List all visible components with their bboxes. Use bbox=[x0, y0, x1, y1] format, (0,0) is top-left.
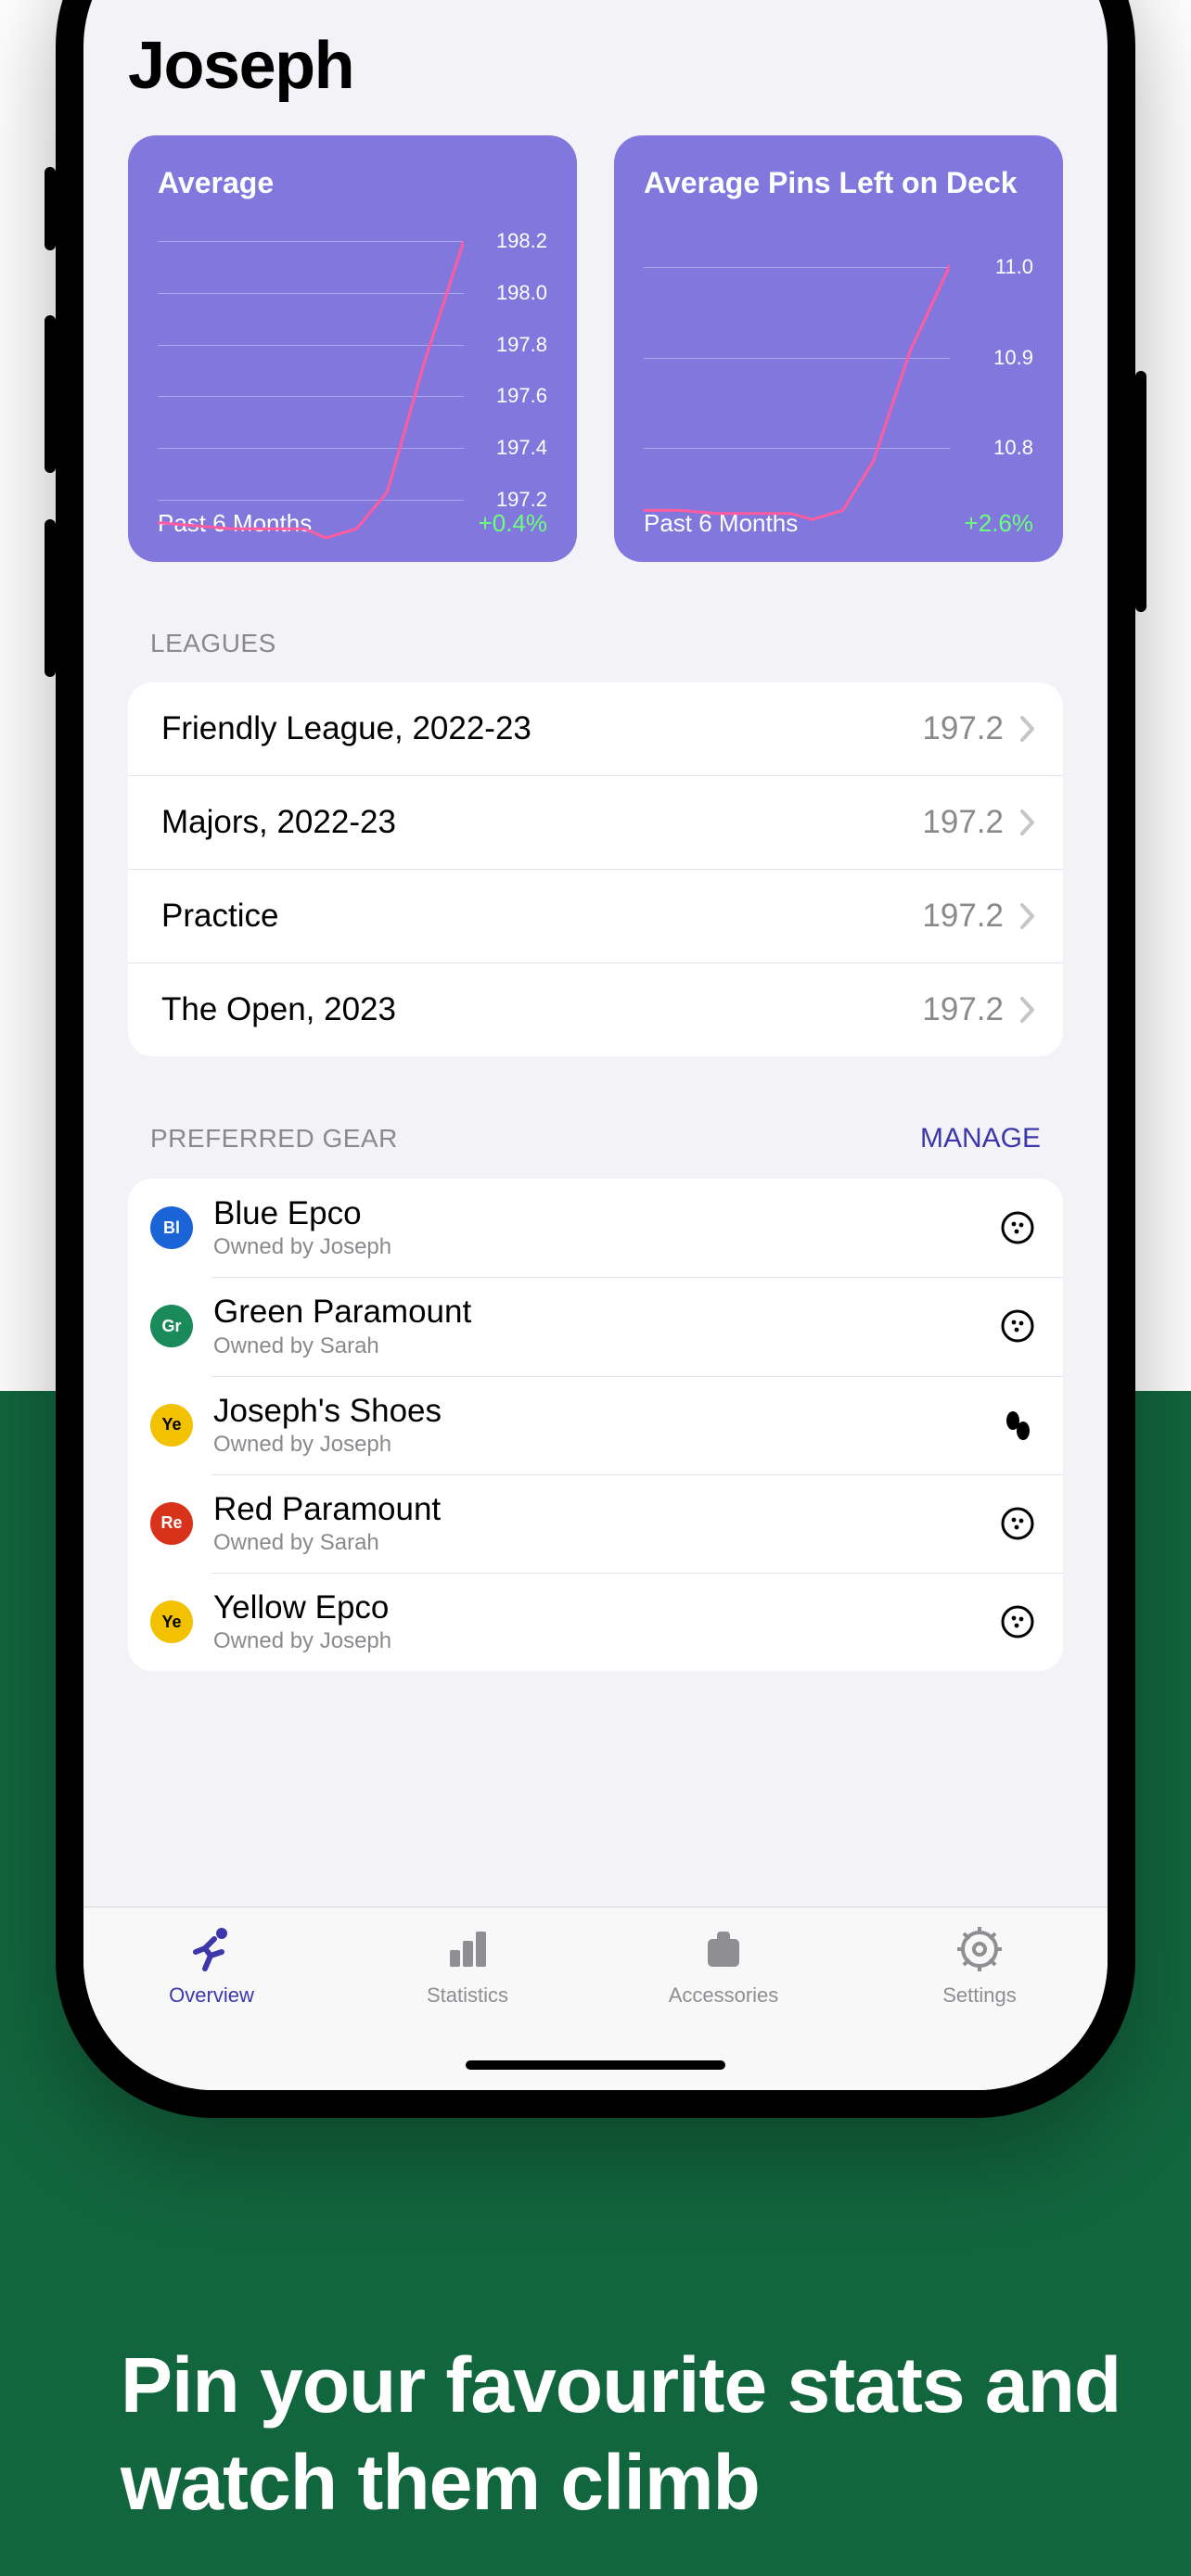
league-row[interactable]: Majors, 2022-23 197.2 bbox=[128, 775, 1063, 869]
device-volume-up bbox=[45, 315, 56, 473]
league-score: 197.2 bbox=[922, 804, 1004, 841]
device-frame: Joseph Average 198.2 198.0 197.8 197.6 bbox=[56, 0, 1135, 2118]
gear-row[interactable]: Re Red Paramount Owned by Sarah bbox=[128, 1474, 1063, 1573]
gear-icon bbox=[953, 1922, 1006, 1976]
league-row[interactable]: Practice 197.2 bbox=[128, 869, 1063, 963]
gear-name: Red Paramount bbox=[213, 1491, 978, 1528]
stat-card-title: Average bbox=[158, 165, 547, 239]
gear-owner: Owned by Joseph bbox=[213, 1234, 978, 1260]
chevron-right-icon bbox=[1020, 997, 1035, 1023]
gear-avatar: Ye bbox=[150, 1600, 193, 1643]
gear-row[interactable]: Ye Joseph's Shoes Owned by Joseph bbox=[128, 1376, 1063, 1474]
league-row[interactable]: Friendly League, 2022-23 197.2 bbox=[128, 682, 1063, 775]
runner-icon bbox=[185, 1922, 238, 1976]
league-score: 197.2 bbox=[922, 991, 1004, 1028]
bag-icon bbox=[697, 1922, 750, 1976]
league-name: Practice bbox=[161, 898, 922, 935]
page-title: Joseph bbox=[128, 28, 1063, 104]
bar-chart-icon bbox=[441, 1922, 494, 1976]
gear-avatar: Bl bbox=[150, 1206, 193, 1249]
chevron-right-icon bbox=[1020, 810, 1035, 835]
league-score: 197.2 bbox=[922, 710, 1004, 747]
section-label-gear: PREFERRED GEAR bbox=[150, 1124, 398, 1154]
y-tick: 198.2 bbox=[496, 229, 547, 253]
marketing-tagline: Pin your favourite stats and watch them … bbox=[121, 2337, 1191, 2531]
gear-avatar: Ye bbox=[150, 1404, 193, 1447]
bowling-ball-icon bbox=[998, 1602, 1037, 1641]
stat-card-chart: 11.0 10.9 10.8 bbox=[644, 241, 1033, 500]
gear-row[interactable]: Gr Green Paramount Owned by Sarah bbox=[128, 1277, 1063, 1375]
league-name: Friendly League, 2022-23 bbox=[161, 710, 922, 747]
device-side-button bbox=[45, 167, 56, 250]
sparkline bbox=[158, 241, 464, 547]
gear-owner: Owned by Joseph bbox=[213, 1432, 978, 1458]
stat-card-pins-left[interactable]: Average Pins Left on Deck 11.0 10.9 10.8 bbox=[614, 135, 1063, 562]
leagues-list: Friendly League, 2022-23 197.2 Majors, 2… bbox=[128, 682, 1063, 1056]
gear-name: Joseph's Shoes bbox=[213, 1393, 978, 1430]
y-tick: 10.8 bbox=[993, 436, 1033, 460]
gear-avatar: Re bbox=[150, 1502, 193, 1545]
stat-card-average[interactable]: Average 198.2 198.0 197.8 197.6 197.4 bbox=[128, 135, 577, 562]
tab-label: Settings bbox=[942, 1983, 1017, 2008]
gear-name: Blue Epco bbox=[213, 1195, 978, 1232]
chevron-right-icon bbox=[1020, 716, 1035, 742]
sparkline bbox=[644, 241, 950, 547]
device-power-button bbox=[1135, 371, 1146, 612]
home-indicator[interactable] bbox=[466, 2060, 725, 2070]
shoes-icon bbox=[998, 1406, 1037, 1445]
tab-label: Accessories bbox=[669, 1983, 779, 2008]
tab-settings[interactable]: Settings bbox=[852, 1922, 1108, 2090]
gear-name: Yellow Epco bbox=[213, 1589, 978, 1626]
y-tick: 197.4 bbox=[496, 436, 547, 460]
chevron-right-icon bbox=[1020, 903, 1035, 929]
league-name: Majors, 2022-23 bbox=[161, 804, 922, 841]
gear-owner: Owned by Sarah bbox=[213, 1333, 978, 1359]
tab-label: Overview bbox=[169, 1983, 254, 2008]
league-row[interactable]: The Open, 2023 197.2 bbox=[128, 963, 1063, 1056]
gear-list: Bl Blue Epco Owned by Joseph Gr Green Pa… bbox=[128, 1179, 1063, 1671]
y-tick: 10.9 bbox=[993, 346, 1033, 370]
screen: Joseph Average 198.2 198.0 197.8 197.6 bbox=[83, 0, 1108, 2090]
tab-overview[interactable]: Overview bbox=[83, 1922, 339, 2090]
tab-label: Statistics bbox=[427, 1983, 508, 2008]
stat-card-delta: +2.6% bbox=[965, 509, 1033, 538]
league-score: 197.2 bbox=[922, 898, 1004, 935]
gear-row[interactable]: Ye Yellow Epco Owned by Joseph bbox=[128, 1573, 1063, 1671]
bowling-ball-icon bbox=[998, 1307, 1037, 1345]
bowling-ball-icon bbox=[998, 1504, 1037, 1543]
bowling-ball-icon bbox=[998, 1208, 1037, 1247]
manage-gear-button[interactable]: MANAGE bbox=[920, 1123, 1041, 1154]
gear-owner: Owned by Joseph bbox=[213, 1628, 978, 1654]
y-tick: 197.8 bbox=[496, 333, 547, 357]
device-volume-down bbox=[45, 519, 56, 677]
gear-avatar: Gr bbox=[150, 1305, 193, 1347]
section-label-leagues: LEAGUES bbox=[150, 629, 276, 658]
stat-card-chart: 198.2 198.0 197.8 197.6 197.4 197.2 bbox=[158, 241, 547, 500]
y-tick: 11.0 bbox=[995, 255, 1033, 279]
stat-card-delta: +0.4% bbox=[479, 509, 547, 538]
league-name: The Open, 2023 bbox=[161, 991, 922, 1028]
gear-name: Green Paramount bbox=[213, 1294, 978, 1331]
gear-row[interactable]: Bl Blue Epco Owned by Joseph bbox=[128, 1179, 1063, 1277]
gear-owner: Owned by Sarah bbox=[213, 1530, 978, 1556]
y-tick: 197.2 bbox=[496, 488, 547, 512]
y-tick: 197.6 bbox=[496, 384, 547, 408]
stat-card-title: Average Pins Left on Deck bbox=[644, 165, 1033, 239]
y-tick: 198.0 bbox=[496, 281, 547, 305]
